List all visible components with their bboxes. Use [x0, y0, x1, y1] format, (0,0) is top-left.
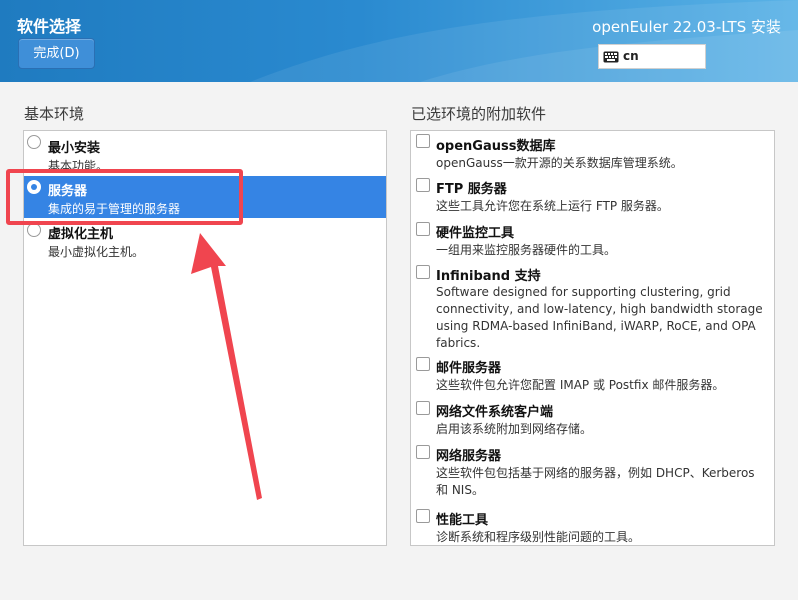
env-item-desc: 最小虚拟化主机。: [48, 245, 145, 259]
radio-button[interactable]: [27, 135, 41, 149]
addons-heading: 已选环境的附加软件: [411, 105, 547, 123]
addon-desc: 这些软件包包括基于网络的服务器，例如 DHCP、Kerberos 和 NIS。: [436, 466, 755, 497]
addon-desc: Software designed for supporting cluster…: [436, 285, 763, 350]
addon-name: Infiniband 支持: [436, 269, 541, 284]
checkbox[interactable]: [416, 265, 430, 279]
addon-desc: openGauss一款开源的关系数据库管理系统。: [436, 156, 683, 170]
header-bar: 软件选择 完成(D) openEuler 22.03-LTS 安装 cn: [0, 0, 798, 82]
page-title: 软件选择: [17, 17, 82, 36]
checkbox[interactable]: [416, 401, 430, 415]
addons-list: openGauss数据库 openGauss一款开源的关系数据库管理系统。 FT…: [410, 130, 775, 546]
radio-button[interactable]: [27, 223, 41, 237]
addon-desc: 启用该系统附加到网络存储。: [436, 422, 593, 436]
checkbox[interactable]: [416, 509, 430, 523]
addon-name: openGauss数据库: [436, 139, 556, 154]
header-wave-decoration: [250, 0, 798, 82]
addon-name: FTP 服务器: [436, 182, 507, 197]
checkbox[interactable]: [416, 178, 430, 192]
env-item-name: 最小安装: [48, 141, 101, 156]
annotation-highlight-box: [6, 169, 243, 225]
addon-desc: 一组用来监控服务器硬件的工具。: [436, 243, 617, 257]
addon-desc: 这些软件包允许您配置 IMAP 或 Postfix 邮件服务器。: [436, 378, 725, 392]
base-env-heading: 基本环境: [24, 105, 85, 123]
addon-name: 硬件监控工具: [436, 226, 515, 241]
done-button[interactable]: 完成(D): [18, 38, 95, 69]
env-item-name: 虚拟化主机: [48, 227, 114, 242]
checkbox[interactable]: [416, 357, 430, 371]
checkbox[interactable]: [416, 222, 430, 236]
checkbox[interactable]: [416, 445, 430, 459]
keyboard-layout-label: cn: [623, 49, 639, 63]
env-item-virtualization-host[interactable]: 虚拟化主机 最小虚拟化主机。: [24, 221, 386, 261]
addon-desc: 这些工具允许您在系统上运行 FTP 服务器。: [436, 199, 669, 213]
checkbox[interactable]: [416, 134, 430, 148]
keyboard-icon: [603, 51, 619, 63]
addon-name: 邮件服务器: [436, 361, 502, 376]
addon-name: 网络服务器: [436, 449, 502, 464]
addon-desc: 诊断系统和程序级别性能问题的工具。: [436, 530, 641, 544]
addon-name: 网络文件系统客户端: [436, 405, 554, 420]
product-title: openEuler 22.03-LTS 安装: [592, 18, 781, 36]
keyboard-layout-indicator[interactable]: cn: [598, 44, 706, 69]
addon-name: 性能工具: [436, 513, 489, 528]
